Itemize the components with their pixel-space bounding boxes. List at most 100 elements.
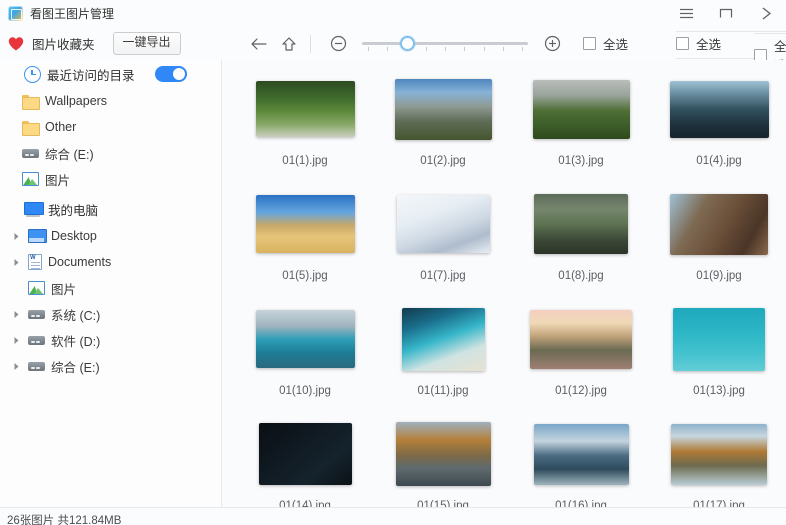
chevron-right-icon[interactable]: [10, 308, 22, 320]
hamburger-menu-icon[interactable]: [666, 0, 706, 27]
clock-icon: [24, 65, 41, 83]
thumbnail-image[interactable]: [396, 195, 490, 253]
gallery-item[interactable]: 01(8).jpg: [512, 187, 650, 302]
gallery-item[interactable]: 01(14).jpg: [236, 417, 374, 507]
gallery-item[interactable]: 01(12).jpg: [512, 302, 650, 417]
sidebar-item-label: 综合 (E:): [51, 360, 100, 375]
select-all-checkbox-duplicate-1[interactable]: [676, 37, 689, 50]
gallery-item-filename: 01(11).jpg: [417, 385, 469, 397]
arrow-up-icon[interactable]: [274, 29, 304, 59]
sidebar-item-other[interactable]: Other: [0, 114, 221, 140]
zoom-in-icon[interactable]: [537, 29, 567, 59]
window-title: 看图王图片管理: [30, 7, 115, 21]
desktop-icon: [28, 229, 47, 243]
sidebar-item-mypc[interactable]: 我的电脑: [0, 195, 221, 223]
restore-window-icon[interactable]: [706, 0, 746, 27]
gallery-item[interactable]: 01(1).jpg: [236, 72, 374, 187]
drive-icon: [28, 361, 45, 372]
gallery-item-filename: 01(13).jpg: [693, 385, 745, 397]
export-button[interactable]: 一键导出: [112, 32, 181, 55]
gallery-item[interactable]: 01(2).jpg: [374, 72, 512, 187]
chevron-right-icon[interactable]: [10, 360, 22, 372]
sidebar-item-wallpapers[interactable]: Wallpapers: [0, 88, 221, 114]
select-all-checkbox-item-duplicate-1[interactable]: 全选: [676, 34, 721, 53]
gallery-item-filename: 01(2).jpg: [420, 155, 466, 167]
select-all-checkbox[interactable]: [583, 37, 596, 50]
thumbnail-image[interactable]: [673, 307, 765, 371]
thumbnail-image[interactable]: [670, 193, 768, 255]
gallery-item-filename: 01(7).jpg: [420, 270, 466, 282]
thumbnail-container: [670, 187, 768, 261]
folder-icon: [22, 94, 40, 110]
arrow-left-icon[interactable]: [244, 29, 274, 59]
sidebar-item-label: 软件 (D:): [51, 334, 101, 349]
chevron-right-icon[interactable]: [10, 256, 22, 268]
thumbnail-container: [530, 302, 632, 376]
zoom-slider-ticks: [362, 46, 528, 52]
gallery-item[interactable]: 01(7).jpg: [374, 187, 512, 302]
gallery-item[interactable]: 01(4).jpg: [650, 72, 786, 187]
thumbnail-image[interactable]: [394, 78, 492, 140]
thumbnail-image[interactable]: [533, 423, 629, 485]
thumbnail-grid: 01(1).jpg 01(2).jpg 01(3).jpg 01(4).jpg 01(5…: [222, 60, 786, 507]
sidebar-item-label: Documents: [48, 255, 112, 269]
status-bar: 26张图片 共121.84MB: [0, 507, 786, 525]
thumbnail-container: [533, 417, 629, 491]
gallery-item[interactable]: 01(11).jpg: [374, 302, 512, 417]
thumbnail-image[interactable]: [395, 422, 491, 486]
gallery-item[interactable]: 01(3).jpg: [512, 72, 650, 187]
sidebar-item-pictures[interactable]: 图片: [0, 275, 221, 301]
sidebar-item-drive-e-recent[interactable]: 综合 (E:): [0, 140, 221, 166]
gallery-item[interactable]: 01(5).jpg: [236, 187, 374, 302]
heart-icon: [8, 36, 24, 50]
sidebar-item-drive-c[interactable]: 系统 (C:): [0, 301, 221, 327]
zoom-slider-track: [362, 41, 528, 45]
thumbnail-image[interactable]: [534, 194, 628, 254]
gallery-item[interactable]: 01(10).jpg: [236, 302, 374, 417]
sidebar-recent-label: 最近访问的目录: [47, 68, 135, 83]
select-all-checkbox-item[interactable]: 全选: [583, 34, 628, 53]
thumbnail-container: [534, 187, 628, 261]
select-all-label-duplicate-1: 全选: [696, 38, 722, 52]
gallery-item[interactable]: 01(15).jpg: [374, 417, 512, 507]
chevron-right-icon[interactable]: [10, 334, 22, 346]
sidebar-item-drive-d[interactable]: 软件 (D:): [0, 327, 221, 353]
zoom-slider-handle[interactable]: [399, 35, 415, 51]
thumbnail-image[interactable]: [255, 81, 355, 137]
sidebar-item-documents[interactable]: Documents: [0, 249, 221, 275]
thumbnail-image[interactable]: [255, 195, 355, 253]
sidebar: 最近访问的目录 Wallpapers Other 综合 (E:) 图片 我的电脑: [0, 60, 221, 507]
gallery-item[interactable]: 01(16).jpg: [512, 417, 650, 507]
thumbnail-image[interactable]: [671, 423, 767, 485]
sidebar-item-pictures-recent[interactable]: 图片: [0, 166, 221, 192]
gallery-panel: 01(1).jpg 01(2).jpg 01(3).jpg 01(4).jpg 01(5…: [222, 60, 786, 507]
gallery-item[interactable]: 01(17).jpg: [650, 417, 786, 507]
thumbnail-image[interactable]: [401, 307, 485, 371]
drive-icon: [28, 309, 45, 320]
thumbnail-image[interactable]: [255, 310, 355, 368]
thumbnail-image[interactable]: [530, 309, 632, 369]
recent-toggle-switch[interactable]: [155, 66, 187, 82]
sidebar-item-recent[interactable]: 最近访问的目录: [0, 60, 221, 88]
zoom-slider[interactable]: [362, 35, 528, 52]
gallery-item-filename: 01(17).jpg: [693, 500, 745, 507]
thumbnail-image[interactable]: [258, 423, 352, 485]
thumbnail-image[interactable]: [669, 80, 769, 138]
favorites-area: 图片收藏夹 一键导出: [0, 32, 230, 55]
chevron-right-icon[interactable]: [746, 0, 786, 27]
thumbnail-container: [671, 417, 767, 491]
thumbnail-image[interactable]: [532, 79, 630, 139]
gallery-item[interactable]: 01(9).jpg: [650, 187, 786, 302]
gallery-item-filename: 01(15).jpg: [417, 500, 469, 507]
sidebar-item-drive-e[interactable]: 综合 (E:): [0, 353, 221, 379]
thumbnail-container: [673, 302, 765, 376]
sidebar-item-desktop[interactable]: Desktop: [0, 223, 221, 249]
thumbnail-container: [395, 417, 491, 491]
gallery-item[interactable]: 01(13).jpg: [650, 302, 786, 417]
zoom-out-icon[interactable]: [323, 29, 353, 59]
sidebar-item-label: 图片: [45, 173, 71, 188]
gallery-item-filename: 01(16).jpg: [555, 500, 607, 507]
thumbnail-container: [401, 302, 485, 376]
gallery-item-filename: 01(14).jpg: [279, 500, 331, 507]
chevron-right-icon[interactable]: [10, 230, 22, 242]
